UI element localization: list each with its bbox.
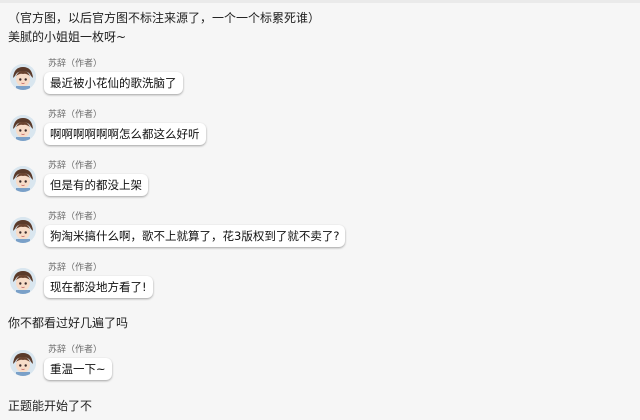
chat-page: （官方图，以后官方图不标注来源了，一个一个标累死谁） 美腻的小姐姐一枚呀~ 苏辞…: [0, 0, 640, 420]
interlude-line: 正题能开始了不: [8, 399, 93, 413]
message-bubble: 重温一下~: [44, 358, 112, 380]
message-bubble: 最近被小花仙的歌洗脑了: [44, 72, 183, 94]
author-avatar-icon[interactable]: [10, 268, 36, 294]
message-bubble: 但是有的都没上架: [44, 174, 148, 196]
chat-message: 苏辞（作者） 但是有的都没上架: [10, 160, 630, 204]
author-avatar-icon[interactable]: [10, 350, 36, 376]
sender-name: 苏辞（作者）: [48, 263, 103, 273]
header-line-source-note: （官方图，以后官方图不标注来源了，一个一个标累死谁）: [8, 11, 321, 25]
message-bubble: 现在都没地方看了!: [44, 276, 153, 298]
sender-name: 苏辞（作者）: [48, 212, 103, 222]
chat-message: 苏辞（作者） 现在都没地方看了!: [10, 262, 630, 306]
sender-name: 苏辞（作者）: [48, 59, 103, 69]
author-avatar-icon[interactable]: [10, 217, 36, 243]
chat-message: 苏辞（作者） 最近被小花仙的歌洗脑了: [10, 58, 630, 102]
message-bubble: 狗淘米搞什么啊，歌不上就算了，花3版权到了就不卖了?: [44, 225, 346, 247]
author-avatar-icon[interactable]: [10, 64, 36, 90]
chat-message: 苏辞（作者） 重温一下~: [10, 344, 630, 388]
sender-name: 苏辞（作者）: [48, 161, 103, 171]
sender-name: 苏辞（作者）: [48, 110, 103, 120]
top-divider: [0, 0, 640, 3]
chat-message: 苏辞（作者） 啊啊啊啊啊啊怎么都这么好听: [10, 109, 630, 153]
header-line-caption: 美腻的小姐姐一枚呀~: [8, 30, 127, 44]
message-bubble: 啊啊啊啊啊啊怎么都这么好听: [44, 123, 206, 145]
interlude-line: 你不都看过好几遍了吗: [8, 316, 129, 330]
author-avatar-icon[interactable]: [10, 115, 36, 141]
sender-name: 苏辞（作者）: [48, 345, 103, 355]
chat-message: 苏辞（作者） 狗淘米搞什么啊，歌不上就算了，花3版权到了就不卖了?: [10, 211, 630, 255]
author-avatar-icon[interactable]: [10, 166, 36, 192]
